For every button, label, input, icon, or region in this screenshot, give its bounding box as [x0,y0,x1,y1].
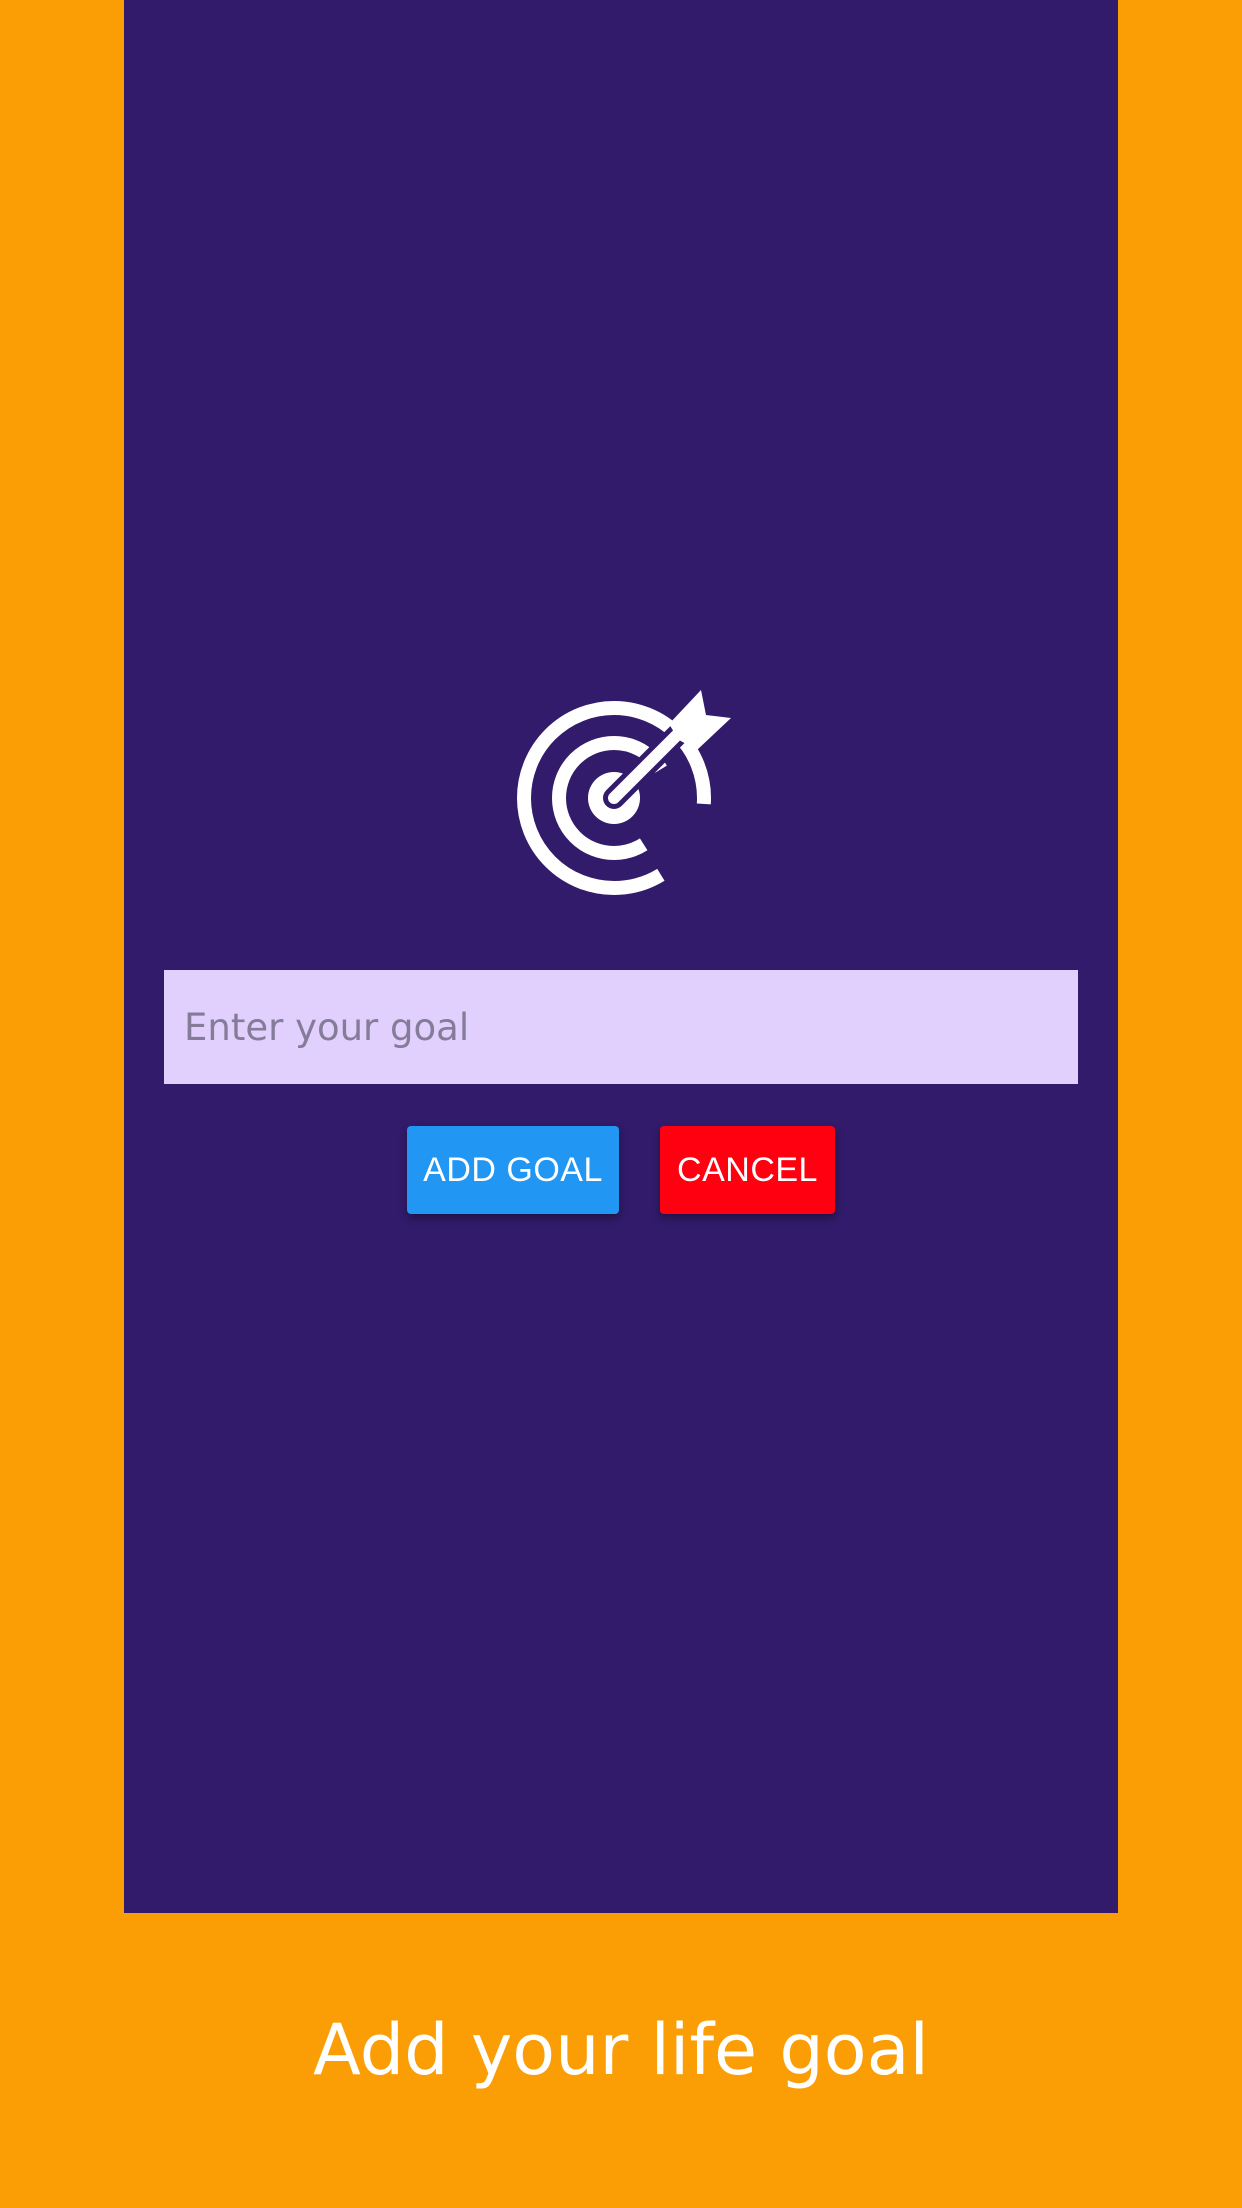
target-goal-icon [517,690,731,895]
promo-caption: Add your life goal [313,2009,929,2091]
app-screen: ADD GOAL CANCEL [124,0,1118,1913]
add-goal-button[interactable]: ADD GOAL [407,1126,619,1214]
cancel-button[interactable]: CANCEL [660,1126,835,1214]
goal-input[interactable] [164,970,1078,1084]
